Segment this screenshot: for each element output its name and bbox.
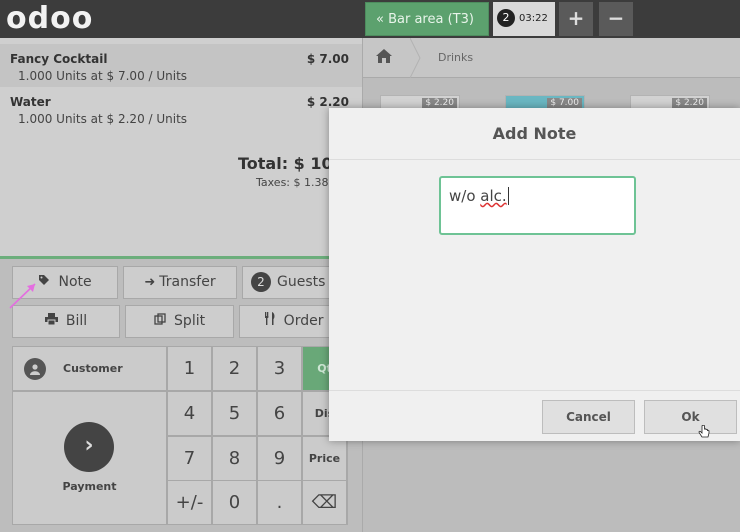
- print-icon: [44, 313, 62, 329]
- copy-icon: [154, 313, 170, 329]
- orderline-detail: 1.000 Units at $ 2.20 / Units: [18, 112, 188, 126]
- order-tab[interactable]: 2 03:22: [493, 2, 555, 36]
- numpad-key-1[interactable]: 1: [167, 346, 212, 391]
- order-panel: Fancy Cocktail $ 7.00 1.000 Units at $ 7…: [0, 38, 362, 258]
- numpad-key-8[interactable]: 8: [212, 436, 257, 481]
- user-icon: [24, 358, 46, 380]
- tag-icon: [38, 275, 54, 290]
- note-textarea[interactable]: w/o alc.​: [439, 176, 636, 235]
- transfer-button[interactable]: ➜ Transfer: [123, 266, 237, 299]
- cutlery-icon: [264, 312, 280, 329]
- orderline-name: Water: [10, 95, 51, 109]
- home-icon[interactable]: [375, 48, 393, 68]
- order-total: Total: $ 10.: [238, 154, 339, 173]
- product-price-tag: $ 2.20: [422, 98, 457, 108]
- numpad-key-9[interactable]: 9: [257, 436, 302, 481]
- numpad-key-3[interactable]: 3: [257, 346, 302, 391]
- delete-order-button[interactable]: −: [599, 2, 633, 36]
- arrow-right-icon: ➜: [144, 275, 156, 290]
- split-button[interactable]: Split: [125, 305, 234, 338]
- guests-count-badge: 2: [251, 272, 271, 292]
- cancel-button[interactable]: Cancel: [542, 400, 635, 434]
- hand-cursor-icon: [698, 424, 710, 443]
- odoo-logo: odoo: [6, 1, 94, 36]
- payment-label: Payment: [62, 480, 117, 493]
- order-number-badge: 2: [497, 9, 515, 27]
- backspace-button[interactable]: ⌫: [302, 480, 347, 525]
- numpad-key-7[interactable]: 7: [167, 436, 212, 481]
- chevron-right-icon: ›: [64, 422, 114, 472]
- order-taxes: Taxes: $ 1.38: [256, 176, 329, 189]
- breadcrumb-drinks[interactable]: Drinks: [438, 51, 473, 64]
- orderline-name: Fancy Cocktail: [10, 52, 108, 66]
- floor-back-button[interactable]: « Bar area (T3): [365, 2, 489, 36]
- note-text: w/o: [449, 187, 481, 205]
- numpad-key-0[interactable]: 0: [212, 480, 257, 525]
- guests-label: Guests: [277, 274, 326, 290]
- numpad-key-5[interactable]: 5: [212, 391, 257, 436]
- note-text-misspelled: alc.: [480, 187, 507, 205]
- numpad-key-2[interactable]: 2: [212, 346, 257, 391]
- orderline-price: $ 2.20: [306, 95, 349, 109]
- dialog-title: Add Note: [329, 108, 740, 160]
- numpad-key-dot[interactable]: .: [257, 480, 302, 525]
- numpad-key-plus-minus[interactable]: +/-: [167, 480, 212, 525]
- note-label: Note: [58, 274, 92, 290]
- product-price-tag: $ 7.00: [547, 98, 582, 108]
- text-cursor: ​: [507, 187, 509, 205]
- orderline[interactable]: Fancy Cocktail $ 7.00 1.000 Units at $ 7…: [0, 44, 362, 87]
- orderline-price: $ 7.00: [306, 52, 349, 66]
- split-label: Split: [174, 313, 206, 329]
- mode-price-button[interactable]: Price: [302, 436, 347, 481]
- transfer-label: Transfer: [159, 274, 216, 290]
- product-price-tag: $ 2.20: [672, 98, 707, 108]
- bill-label: Bill: [65, 313, 88, 329]
- numpad-key-6[interactable]: 6: [257, 391, 302, 436]
- orderline-detail: 1.000 Units at $ 7.00 / Units: [18, 69, 188, 83]
- order-time: 03:22: [519, 13, 548, 24]
- numpad-key-4[interactable]: 4: [167, 391, 212, 436]
- orderline[interactable]: Water $ 2.20 1.000 Units at $ 2.20 / Uni…: [0, 87, 362, 130]
- pointer-arrow-icon: [8, 280, 38, 314]
- ok-button[interactable]: Ok: [644, 400, 737, 434]
- breadcrumb-separator: [410, 38, 421, 78]
- order-label: Order: [283, 313, 324, 329]
- new-order-button[interactable]: +: [559, 2, 593, 36]
